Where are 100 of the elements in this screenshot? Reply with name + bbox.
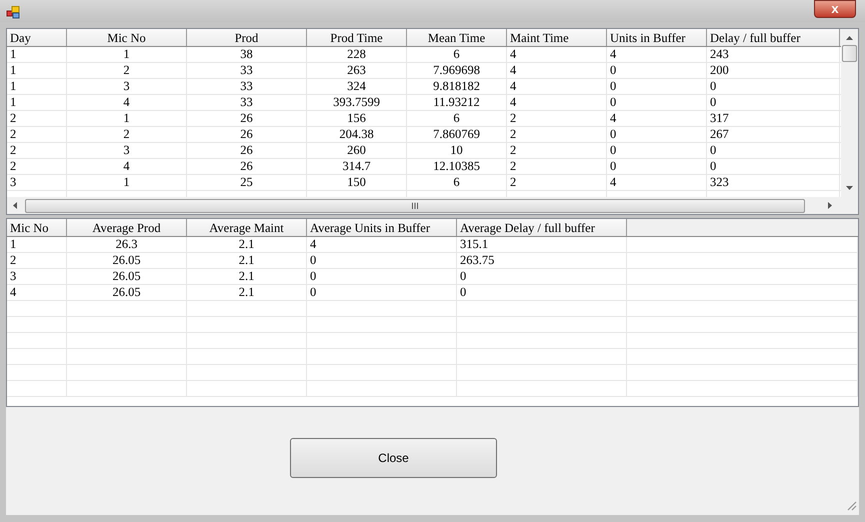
app-icon: [6, 6, 20, 19]
table-cell: 3: [67, 79, 187, 94]
table-cell: 1: [67, 47, 187, 62]
table-cell: 4: [507, 95, 607, 110]
table-cell: 393.7599: [307, 95, 407, 110]
table-cell: 4: [507, 63, 607, 78]
table-cell: 2.1: [187, 253, 307, 268]
up-arrow-icon[interactable]: [846, 36, 853, 40]
table-cell: 2: [507, 127, 607, 142]
table-cell: 33: [187, 79, 307, 94]
table-cell: 2: [7, 127, 67, 142]
down-arrow-icon[interactable]: [846, 186, 853, 190]
table-cell: 4: [607, 175, 707, 190]
table-cell: 317: [707, 111, 840, 126]
table-cell: 25: [187, 175, 307, 190]
column-header[interactable]: Mean Time: [407, 29, 507, 46]
table-cell: 7.969698: [407, 63, 507, 78]
table-cell: 3: [67, 143, 187, 158]
table-cell: 4: [607, 111, 707, 126]
table-cell: 7.860769: [407, 127, 507, 142]
column-header[interactable]: Delay / full buffer: [707, 29, 840, 46]
table-cell: 228: [307, 47, 407, 62]
right-arrow-icon[interactable]: [828, 202, 832, 209]
table-cell: 3: [7, 175, 67, 190]
table-cell: 0: [307, 253, 457, 268]
table-cell: 2: [7, 253, 67, 268]
table-cell: 314.7: [307, 159, 407, 174]
table-cell: 26: [187, 127, 307, 142]
table-cell: 260: [307, 143, 407, 158]
table-cell: 4: [507, 47, 607, 62]
column-header[interactable]: Prod: [187, 29, 307, 46]
column-header[interactable]: Units in Buffer: [607, 29, 707, 46]
column-header[interactable]: Mic No: [7, 219, 67, 236]
table-cell: 0: [707, 79, 840, 94]
table-cell: 323: [707, 175, 840, 190]
column-header[interactable]: Maint Time: [507, 29, 607, 46]
column-header[interactable]: Day: [7, 29, 67, 46]
table-cell: 263: [307, 63, 407, 78]
table-cell: 150: [307, 175, 407, 190]
table-cell: 26.05: [67, 285, 187, 300]
table-cell: 33: [187, 63, 307, 78]
table-cell: 2: [67, 63, 187, 78]
table-cell: 9.818182: [407, 79, 507, 94]
table-cell: 0: [307, 285, 457, 300]
close-button[interactable]: Close: [290, 438, 497, 478]
column-header[interactable]: Mic No: [67, 29, 187, 46]
left-arrow-icon[interactable]: [13, 202, 17, 209]
column-header[interactable]: Average Delay / full buffer: [457, 219, 627, 236]
table-cell: 4: [7, 285, 67, 300]
table-cell: 0: [607, 79, 707, 94]
table-cell: 4: [607, 47, 707, 62]
table-cell: 26: [187, 143, 307, 158]
table-cell: 2.1: [187, 285, 307, 300]
column-header[interactable]: Average Maint: [187, 219, 307, 236]
table-cell: 0: [707, 143, 840, 158]
table-cell: 2: [7, 111, 67, 126]
table-cell: 1: [67, 175, 187, 190]
table-cell: 0: [607, 95, 707, 110]
table-cell: 4: [67, 95, 187, 110]
scroll-thumb[interactable]: [842, 45, 857, 62]
column-header[interactable]: Prod Time: [307, 29, 407, 46]
table-cell: 156: [307, 111, 407, 126]
table-cell: 1: [7, 63, 67, 78]
table-cell: 6: [407, 47, 507, 62]
table-cell: 315.1: [457, 237, 627, 252]
table-cell: 0: [457, 285, 627, 300]
table-cell: 0: [707, 95, 840, 110]
table-cell: 33: [187, 95, 307, 110]
table-cell: 2: [7, 143, 67, 158]
table-cell: 1: [7, 237, 67, 252]
table-cell: 1: [7, 47, 67, 62]
table-cell: 0: [607, 127, 707, 142]
table-cell: 3: [7, 269, 67, 284]
table-cell: 4: [507, 79, 607, 94]
table-cell: 1: [67, 111, 187, 126]
table-cell: 6: [407, 111, 507, 126]
table-cell: 0: [607, 143, 707, 158]
table-cell: 1: [7, 79, 67, 94]
table-cell: 12.10385: [407, 159, 507, 174]
table-cell: 324: [307, 79, 407, 94]
table-cell: 26.05: [67, 253, 187, 268]
table-cell: 243: [707, 47, 840, 62]
table-cell: 2: [507, 111, 607, 126]
resize-grip-icon[interactable]: [846, 500, 857, 511]
table-cell: 6: [407, 175, 507, 190]
table-cell: 2: [507, 175, 607, 190]
table-cell: 26.05: [67, 269, 187, 284]
column-header[interactable]: Average Units in Buffer: [307, 219, 457, 236]
table-cell: 2: [7, 159, 67, 174]
table-cell: 0: [607, 159, 707, 174]
table-cell: 26: [187, 159, 307, 174]
table-cell: 200: [707, 63, 840, 78]
table-cell: 4: [67, 159, 187, 174]
table-cell: 38: [187, 47, 307, 62]
scroll-thumb[interactable]: III: [25, 198, 805, 212]
column-header[interactable]: Average Prod: [67, 219, 187, 236]
table-cell: 0: [707, 159, 840, 174]
table-cell: 2.1: [187, 269, 307, 284]
table-cell: 26.3: [67, 237, 187, 252]
table-cell: 4: [307, 237, 457, 252]
